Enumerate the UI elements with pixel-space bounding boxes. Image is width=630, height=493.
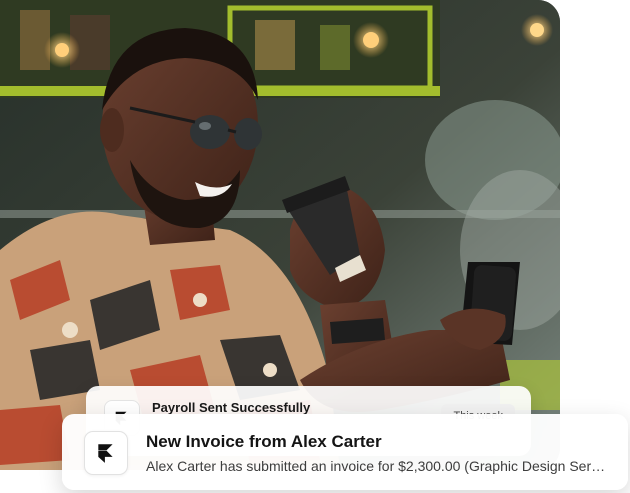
notification-card-front[interactable]: New Invoice from Alex Carter Alex Carter… bbox=[62, 414, 628, 490]
notification-body: Alex Carter has submitted an invoice for… bbox=[146, 458, 608, 474]
notification-title: Payroll Sent Successfully bbox=[152, 400, 311, 415]
notification-title: New Invoice from Alex Carter bbox=[146, 432, 382, 451]
brand-logo-icon bbox=[84, 431, 128, 475]
stage: Payroll Sent Successfully This week New … bbox=[0, 0, 630, 493]
